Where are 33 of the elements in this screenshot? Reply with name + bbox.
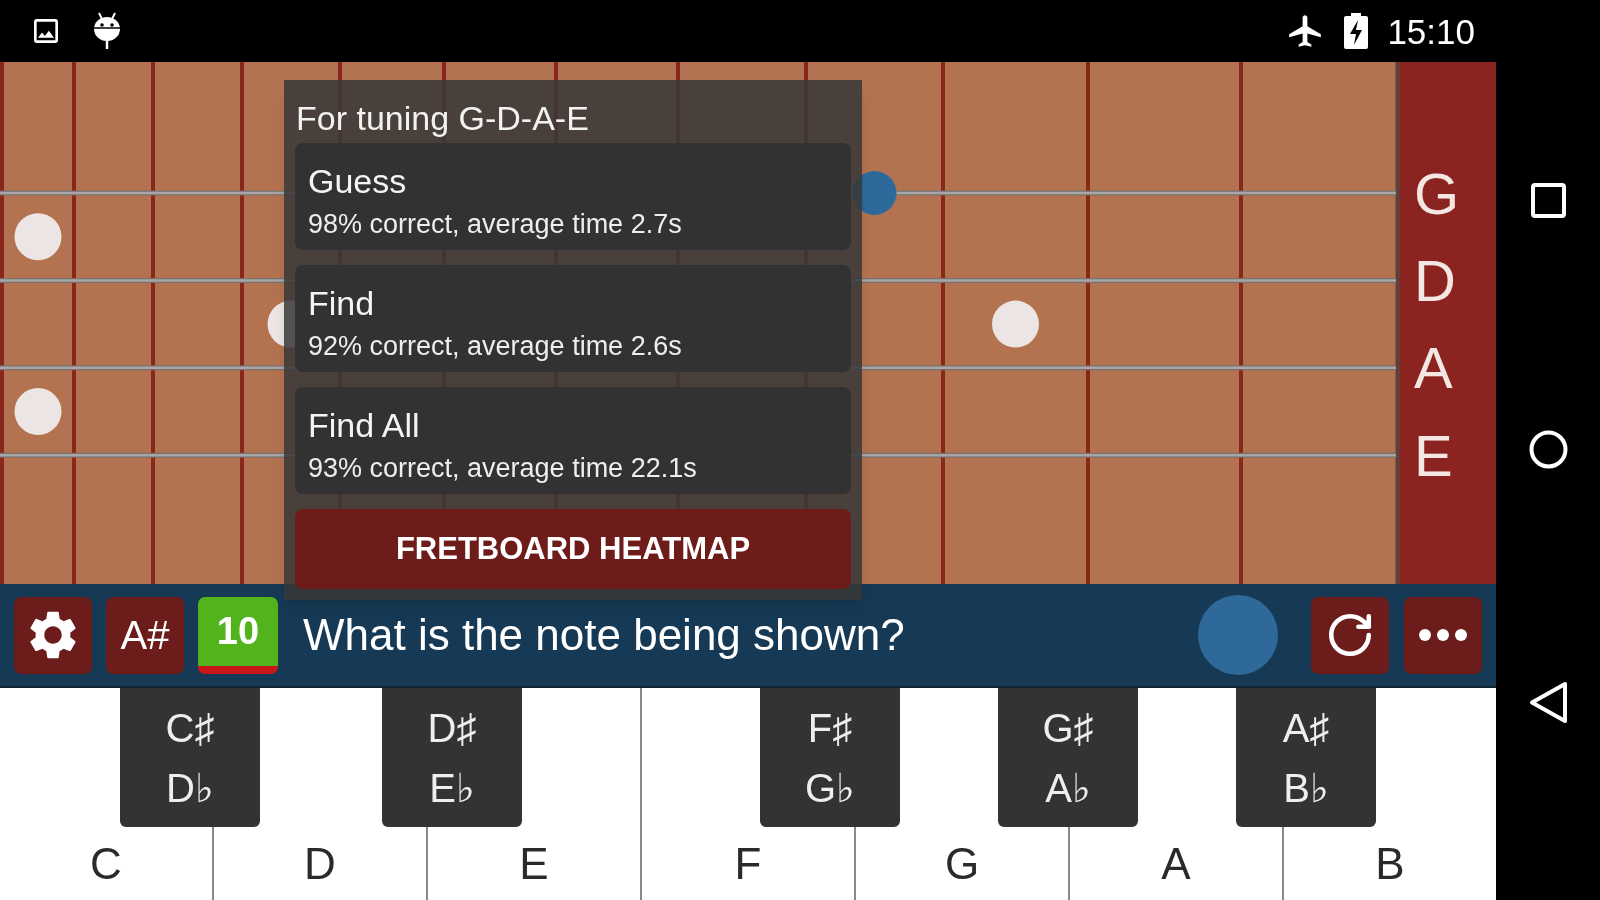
- square-icon[interactable]: [1530, 183, 1566, 218]
- accidental-button[interactable]: A#: [106, 596, 184, 674]
- string-label: G: [1414, 164, 1460, 223]
- battery-charging-icon: [1344, 13, 1369, 49]
- inlay-dot-icon: [992, 300, 1039, 348]
- piano-key[interactable]: C♯ D♭: [120, 688, 260, 827]
- heatmap-button[interactable]: FRETBOARD HEATMAP: [295, 509, 851, 589]
- question-text: What is the note being shown?: [303, 613, 905, 657]
- score-badge: 10: [198, 596, 278, 674]
- more-icon: [1419, 629, 1467, 641]
- inlay-dot-icon: [14, 388, 62, 435]
- settings-button[interactable]: [14, 596, 92, 674]
- string-label: E: [1414, 426, 1453, 485]
- circle-icon[interactable]: [1528, 430, 1568, 469]
- mode-name: Find: [308, 283, 375, 323]
- dialog-title: For tuning G-D-A-E: [295, 98, 590, 138]
- back-icon[interactable]: [1528, 681, 1568, 724]
- mode-name: Find All: [308, 405, 420, 445]
- robot-icon: [92, 12, 122, 50]
- string-label: A: [1414, 339, 1453, 398]
- piano-key[interactable]: G♯ A♭: [998, 688, 1138, 827]
- piano-key[interactable]: F♯ G♭: [760, 688, 900, 827]
- string-label: D: [1414, 252, 1456, 311]
- mode-stats: 93% correct, average time 22.1s: [308, 452, 697, 485]
- mode-stats: 92% correct, average time 2.6s: [308, 330, 682, 363]
- inlay-dot-icon: [14, 213, 62, 261]
- refresh-button[interactable]: [1311, 596, 1389, 674]
- status-time: 15:10: [1387, 13, 1475, 49]
- piano-key[interactable]: D♯ E♭: [382, 688, 522, 827]
- more-button[interactable]: [1404, 596, 1482, 674]
- mode-name: Guess: [308, 161, 407, 201]
- mode-stats: 98% correct, average time 2.7s: [308, 208, 682, 241]
- piano-key[interactable]: A♯ B♭: [1236, 688, 1376, 827]
